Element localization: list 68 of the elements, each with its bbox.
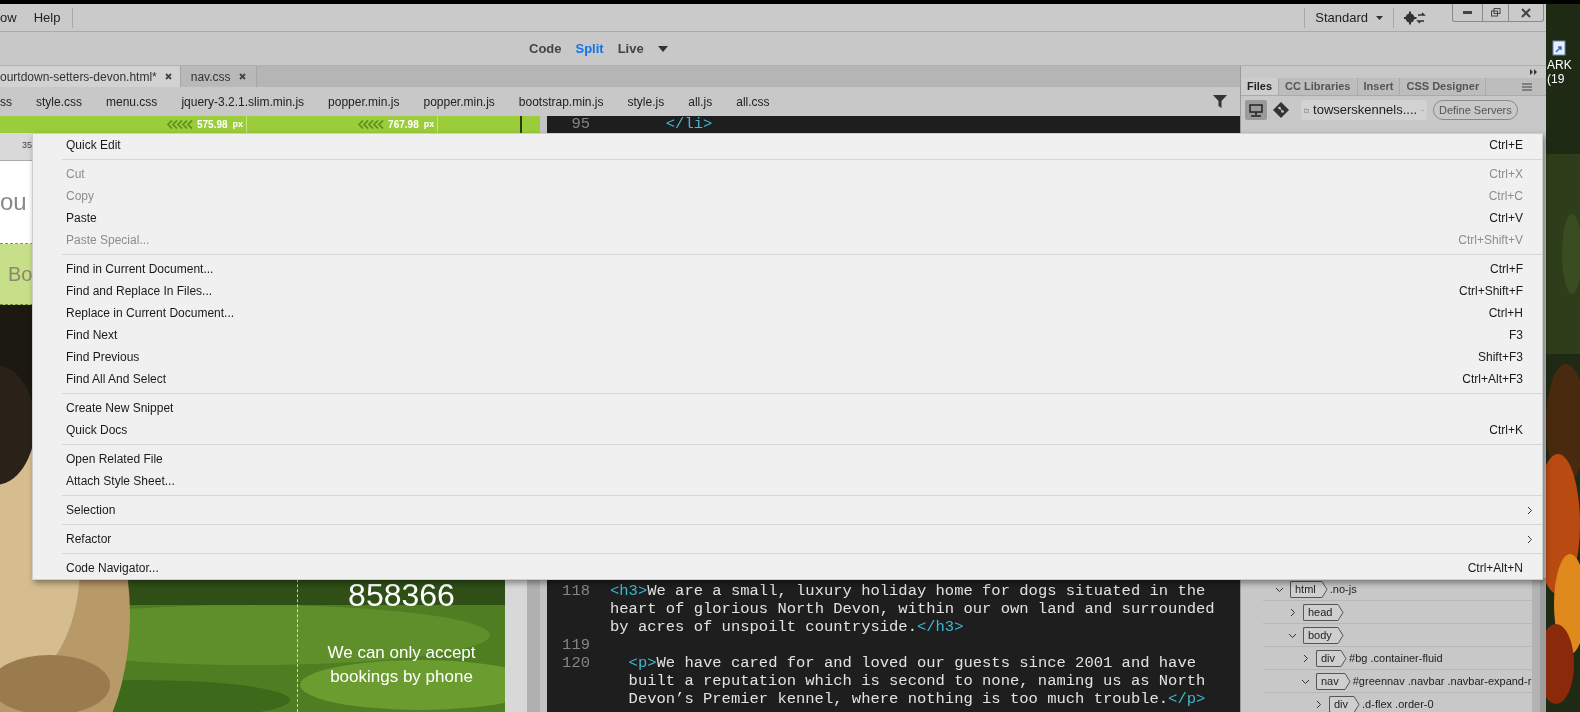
workspace-dropdown[interactable]: Standard: [1315, 7, 1393, 28]
menu-item[interactable]: Find Next F3: [33, 324, 1542, 346]
menu-item[interactable]: ow: [0, 7, 34, 28]
menu-item[interactable]: Code Navigator... Ctrl+Alt+N: [33, 557, 1542, 579]
document-tab[interactable]: ourtdown-setters-devon.html*: [0, 66, 181, 87]
menu-item[interactable]: Paste Ctrl+V: [33, 207, 1542, 229]
shortcut-text: F3: [1509, 327, 1523, 344]
shortcut-text: Shift+F3: [1477, 349, 1523, 366]
menu-item[interactable]: Find Previous Shift+F3: [33, 346, 1542, 368]
related-file-link[interactable]: popper.min.js: [328, 92, 400, 111]
shortcut-text: Ctrl+Shift+F: [1458, 283, 1523, 300]
view-mode-tab[interactable]: Code: [529, 38, 562, 59]
document-tab[interactable]: nav.css: [180, 66, 257, 87]
menu-item[interactable]: Quick Edit Ctrl+E: [33, 134, 1542, 156]
menu-item[interactable]: Find and Replace In Files... Ctrl+Shift+F: [33, 280, 1542, 302]
booking-notice: We can only accept bookings by phone: [326, 642, 477, 688]
desktop-icon-label[interactable]: ARK: [1547, 58, 1572, 72]
shortcut-text: Ctrl+H: [1488, 305, 1523, 322]
related-file-link[interactable]: popper.min.js: [423, 92, 495, 111]
menu-item[interactable]: Replace in Current Document... Ctrl+H: [33, 302, 1542, 324]
menu-item[interactable]: Selection: [33, 499, 1542, 521]
shortcut-text: Ctrl+Alt+F3: [1462, 371, 1523, 388]
menu-item[interactable]: Quick Docs Ctrl+K: [33, 419, 1542, 441]
shortcut-text: Ctrl+F: [1490, 261, 1523, 278]
menu-item[interactable]: Create New Snippet: [33, 397, 1542, 419]
line-number: 119: [561, 636, 590, 654]
element-selector: #bg .container-fluid: [1349, 650, 1443, 666]
desktop-icon-label[interactable]: (19: [1547, 72, 1572, 86]
shortcut-text: Ctrl+Alt+N: [1467, 560, 1523, 577]
shortcut-text: Ctrl+C: [1488, 188, 1523, 205]
panel-tab[interactable]: Files: [1241, 78, 1280, 95]
menu-item[interactable]: Find All And Select Ctrl+Alt+F3: [33, 368, 1542, 390]
code-line: <h3>We are a small, luxury holiday home for dogs situated in the heart of glorious North Devon, within our own land and surrounded by acres of unspoilt countryside.</h3>: [610, 582, 1216, 636]
view-mode-tab[interactable]: Live: [617, 38, 644, 59]
menu-item[interactable]: Find in Current Document... Ctrl+F: [33, 258, 1542, 280]
related-file-link[interactable]: bootstrap.min.js: [518, 92, 604, 111]
related-file-link[interactable]: menu.css: [106, 92, 158, 111]
related-file-link[interactable]: ss: [0, 92, 12, 111]
related-file-link[interactable]: jquery-3.2.1.slim.min.js: [181, 92, 305, 111]
code-line: </li>: [664, 116, 714, 133]
menu-item[interactable]: Attach Style Sheet...: [33, 470, 1542, 492]
code-line: <p>We have cared for and loved our guests since 2001 and have built a reputation which is second to none, naming us as North Devon’s Premier kennel, where nothing is too much trouble.</p>: [627, 654, 1207, 708]
related-file-link[interactable]: all.css: [736, 92, 770, 111]
media-query-unit: px: [423, 117, 435, 131]
media-query-width: 767.98: [388, 118, 419, 132]
phone-number: 858366: [348, 577, 455, 613]
element-selector: #greennav .navbar .navbar-expand-r: [1352, 673, 1532, 689]
menu-item[interactable]: Help: [33, 7, 73, 28]
media-query-width: 575.98: [197, 118, 228, 132]
related-file-link[interactable]: style.css: [36, 92, 82, 111]
related-file-link[interactable]: style.js: [627, 92, 665, 111]
element-selector: .no-js: [1329, 581, 1357, 597]
shortcut-text: Ctrl+K: [1489, 422, 1523, 439]
line-number: 120: [561, 654, 590, 674]
related-file-link[interactable]: all.js: [688, 92, 713, 111]
site-dropdown[interactable]: towserskennels....: [1301, 100, 1427, 120]
media-query-unit: px: [232, 117, 244, 131]
line-number: 95: [570, 116, 590, 133]
menu-item[interactable]: Open Related File: [33, 448, 1542, 470]
shortcut-text: Ctrl+Shift+V: [1458, 232, 1523, 249]
shortcut-text: Ctrl+E: [1489, 137, 1523, 154]
ruler-label: 35: [22, 139, 32, 151]
menu-item[interactable]: Refactor: [33, 528, 1542, 550]
shortcut-text: Ctrl+V: [1489, 210, 1523, 227]
line-number: 118: [561, 582, 590, 602]
shortcut-text: Ctrl+X: [1489, 166, 1523, 183]
element-selector: .d-flex .order-0: [1362, 696, 1434, 712]
site-heading: ou: [0, 187, 27, 217]
